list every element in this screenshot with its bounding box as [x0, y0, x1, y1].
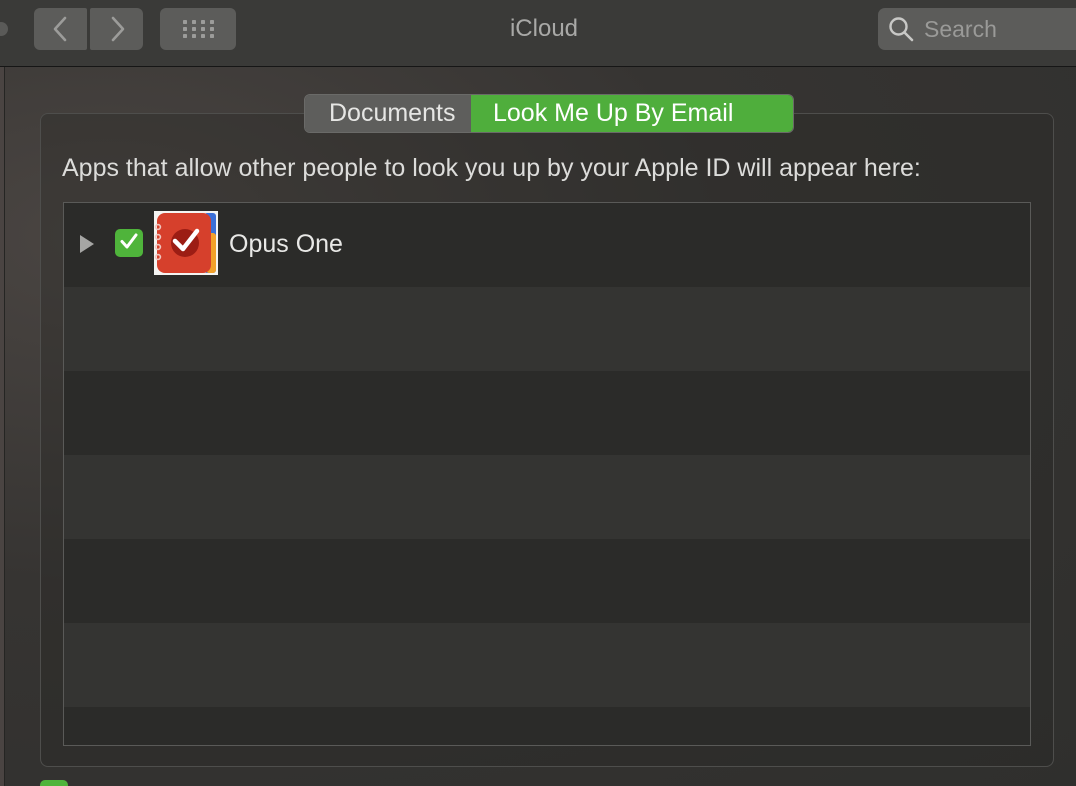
- sidebar-edge: [0, 67, 5, 786]
- list-item[interactable]: Opus One: [64, 203, 1030, 287]
- list-empty-row: [64, 371, 1030, 455]
- list-empty-row: [64, 623, 1030, 707]
- search-input[interactable]: [922, 14, 1076, 44]
- tab-documents[interactable]: Documents: [305, 95, 471, 132]
- description-text: Apps that allow other people to look you…: [62, 154, 921, 182]
- checkmark-icon: [118, 230, 140, 257]
- tab-look-me-up-by-email[interactable]: Look Me Up By Email: [471, 95, 793, 132]
- tab-segmented-control: Documents Look Me Up By Email: [304, 94, 794, 133]
- app-list: Opus One: [63, 202, 1031, 746]
- preferences-window: iCloud Documents Look Me Up By Email App…: [0, 0, 1076, 786]
- disclosure-triangle-icon[interactable]: [80, 235, 94, 253]
- list-empty-row: [64, 539, 1030, 623]
- list-empty-row: [64, 287, 1030, 371]
- toolbar: iCloud: [0, 0, 1076, 67]
- list-empty-row: [64, 707, 1030, 745]
- opus-one-app-icon: [154, 211, 218, 275]
- list-empty-row: [64, 455, 1030, 539]
- search-field[interactable]: [878, 8, 1076, 50]
- app-checkbox[interactable]: [115, 229, 143, 257]
- search-icon: [888, 16, 914, 42]
- partial-checkbox[interactable]: [40, 780, 68, 786]
- app-name: Opus One: [229, 230, 343, 258]
